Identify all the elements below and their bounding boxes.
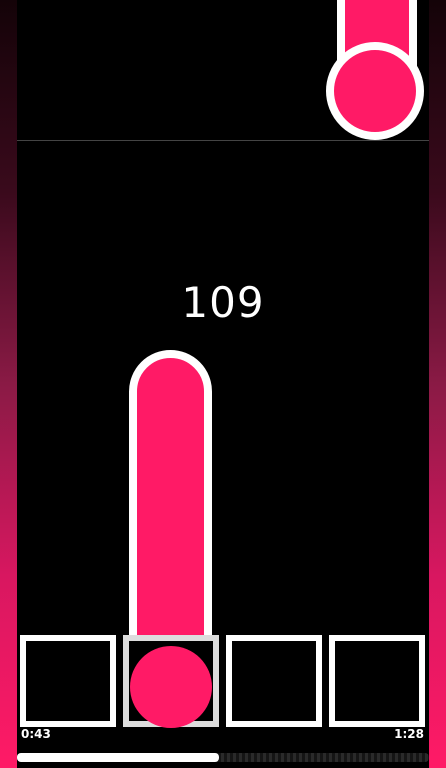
lane-key-4[interactable] xyxy=(329,635,425,727)
lane-key-1[interactable] xyxy=(20,635,116,727)
score-counter: 109 xyxy=(181,278,265,327)
elapsed-time: 0:43 xyxy=(21,727,51,741)
song-progress-bar[interactable] xyxy=(17,753,429,762)
hold-note-top-right-head xyxy=(326,42,424,140)
game-stage: 109 0:43 1:28 xyxy=(0,0,446,768)
lane-divider-line xyxy=(17,140,429,141)
hold-note-lane-2-head xyxy=(130,646,212,728)
right-side-bar xyxy=(429,0,446,768)
lane-key-3[interactable] xyxy=(226,635,322,727)
song-progress-fill xyxy=(17,753,219,762)
left-side-bar xyxy=(0,0,17,768)
total-time: 1:28 xyxy=(394,727,424,741)
